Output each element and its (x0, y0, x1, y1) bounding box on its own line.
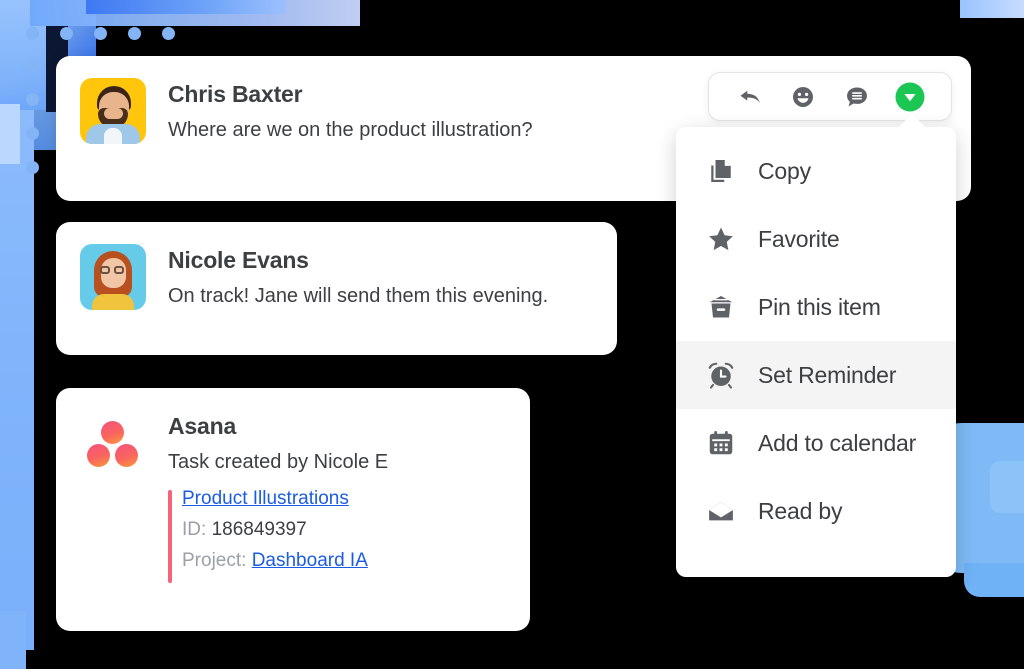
reply-button[interactable] (734, 81, 766, 113)
message-sender-name: Nicole Evans (168, 247, 548, 273)
task-title-link[interactable]: Product Illustrations (182, 488, 349, 510)
message-card-nicole-evans[interactable]: Nicole Evans On track! Jane will send th… (56, 222, 617, 355)
task-id-label: ID: (182, 519, 206, 540)
more-actions-menu: Copy Favorite Pin this item (676, 127, 956, 577)
menu-item-label: Add to calendar (758, 430, 916, 457)
menu-item-pin-this-item[interactable]: Pin this item (676, 273, 956, 341)
message-body-text: On track! Jane will send them this eveni… (168, 284, 548, 308)
menu-item-favorite[interactable]: Favorite (676, 205, 956, 273)
decor-blob-bottom-corner (964, 563, 1024, 597)
decor-blob-bottom-left (0, 611, 26, 669)
task-details: Product Illustrations ID: 186849397 Proj… (168, 488, 388, 572)
menu-item-label: Set Reminder (758, 362, 896, 389)
decor-dot (94, 27, 107, 40)
decor-left-notch (0, 104, 20, 164)
task-accent-bar (168, 490, 172, 583)
comment-button[interactable] (841, 81, 873, 113)
chevron-down-icon (894, 81, 926, 113)
alarm-clock-icon (704, 358, 738, 392)
react-button[interactable] (787, 81, 819, 113)
decor-left-strip (0, 110, 34, 650)
task-project-row: Project: Dashboard IA (182, 550, 388, 572)
task-id-row: ID: 186849397 (182, 519, 388, 541)
menu-item-copy[interactable]: Copy (676, 137, 956, 205)
calendar-icon (704, 426, 738, 460)
task-project-label: Project: (182, 550, 246, 571)
menu-item-label: Pin this item (758, 294, 881, 321)
decor-dot-column-left (26, 59, 39, 174)
decor-dot (26, 127, 39, 140)
decor-dot (60, 27, 73, 40)
message-action-toolbar (708, 72, 952, 121)
integration-app-name: Asana (168, 413, 388, 439)
star-icon (704, 222, 738, 256)
decor-dot (26, 93, 39, 106)
decor-dot (128, 27, 141, 40)
decor-blob-right-small (990, 461, 1024, 513)
smiley-face-icon (790, 84, 816, 110)
asana-logo-icon (80, 410, 146, 476)
message-body-text: Where are we on the product illustration… (168, 118, 533, 142)
menu-item-label: Read by (758, 498, 842, 525)
integration-card-asana[interactable]: Asana Task created by Nicole E Product I… (56, 388, 530, 631)
menu-item-read-by[interactable]: Read by (676, 477, 956, 545)
decor-blob-top-right (960, 0, 1024, 18)
decor-dot-row-top (26, 27, 175, 40)
decor-gradient-top-band (30, 0, 360, 26)
avatar-chris-baxter (80, 78, 146, 144)
menu-item-add-to-calendar[interactable]: Add to calendar (676, 409, 956, 477)
decor-dot (26, 27, 39, 40)
decor-dot (26, 59, 39, 72)
speech-bubble-icon (844, 84, 870, 110)
avatar-nicole-evans (80, 244, 146, 310)
task-id-value: 186849397 (212, 519, 307, 540)
decor-dot (26, 161, 39, 174)
decor-gradient-top-band-2 (86, 0, 286, 14)
archive-box-icon (704, 290, 738, 324)
screenshot-root: Chris Baxter Where are we on the product… (0, 0, 1024, 669)
menu-item-label: Favorite (758, 226, 839, 253)
reply-arrow-icon (737, 84, 763, 110)
decor-dot (162, 27, 175, 40)
envelope-icon (704, 494, 738, 528)
menu-item-set-reminder[interactable]: Set Reminder (676, 341, 956, 409)
integration-subtitle: Task created by Nicole E (168, 450, 388, 474)
message-sender-name: Chris Baxter (168, 81, 533, 107)
task-project-link[interactable]: Dashboard IA (252, 550, 368, 571)
copy-icon (704, 154, 738, 188)
more-actions-button[interactable] (894, 81, 926, 113)
menu-item-label: Copy (758, 158, 811, 185)
